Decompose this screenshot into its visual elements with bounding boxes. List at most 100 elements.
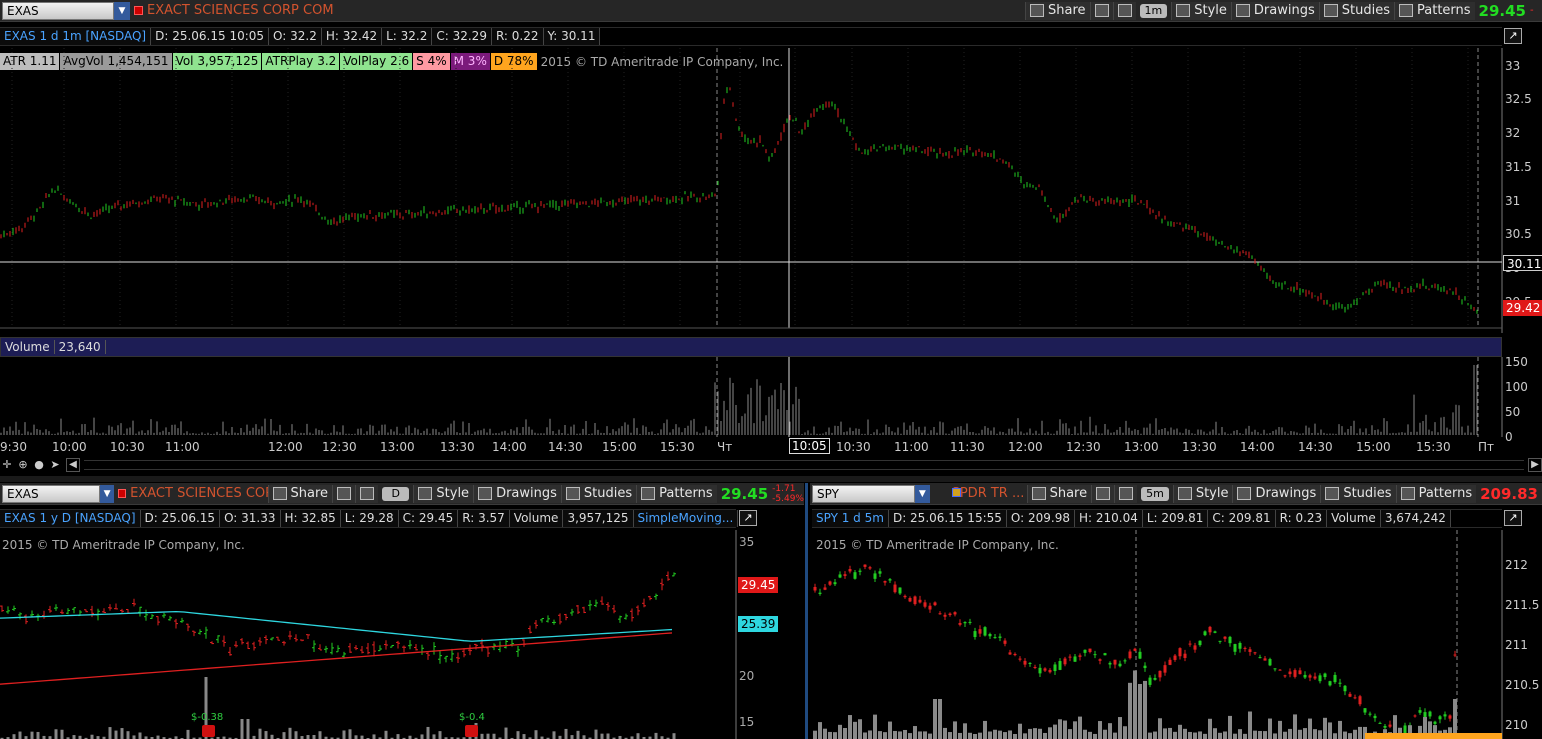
left-patterns-button[interactable]: Patterns (636, 484, 717, 503)
right-volume-bar (1268, 718, 1272, 739)
right-drawings-button[interactable]: Drawings (1232, 484, 1321, 503)
left-symbol-dropdown-icon[interactable]: ▼ (100, 484, 115, 503)
style-label: Style (1194, 3, 1227, 18)
share-button[interactable]: Share (1025, 1, 1090, 20)
scrollbar[interactable] (84, 460, 1524, 470)
right-candle-body (1338, 682, 1342, 684)
right-drawings-label: Drawings (1255, 486, 1317, 501)
earnings-icon[interactable] (465, 725, 478, 737)
left-info-date: D: 25.06.15 (140, 510, 221, 527)
share-icon (272, 487, 287, 500)
left-ma-tag: 25.39 (738, 616, 779, 632)
right-candle-body (1353, 697, 1357, 699)
left-studies-button[interactable]: Studies (560, 484, 637, 503)
right-candle-body (1318, 675, 1322, 682)
right-info-open: O: 209.98 (1006, 510, 1075, 527)
right-candle-body (1308, 675, 1312, 678)
right-volume-bar (878, 731, 882, 739)
wrench-icon (1119, 487, 1134, 500)
main-info-bar: EXAS 1 d 1m [NASDAQ] D: 25.06.15 10:05 O… (0, 27, 1502, 46)
vertical-pane-divider[interactable] (805, 483, 808, 739)
right-share-button[interactable]: Share (1026, 484, 1092, 503)
right-patterns-button[interactable]: Patterns (1395, 484, 1477, 503)
right-volume-bar (1288, 728, 1292, 739)
right-crosshair-button[interactable] (1091, 484, 1115, 503)
right-candle-body (878, 571, 882, 574)
left-timeframe-button[interactable]: D (382, 486, 410, 501)
right-candle-body (978, 629, 982, 634)
studies-button[interactable]: Studies (1318, 1, 1394, 20)
earnings-icon[interactable] (202, 725, 215, 737)
drawings-button[interactable]: Drawings (1230, 1, 1319, 20)
left-style-button[interactable]: Style (413, 484, 474, 503)
left-symbol-input[interactable]: EXAS (2, 484, 101, 503)
right-volume-bar (1143, 680, 1147, 739)
right-volume-bar (1258, 730, 1262, 739)
symbol-input[interactable]: EXAS (2, 1, 114, 20)
share-icon (1030, 4, 1045, 17)
right-price-chart[interactable] (810, 530, 1542, 739)
right-volume-bar (1018, 723, 1022, 739)
right-candle-body (1263, 658, 1267, 661)
right-candle-body (1433, 721, 1437, 724)
patterns-button[interactable]: Patterns (1394, 1, 1475, 20)
crosshair-tool-button[interactable] (1089, 1, 1113, 20)
left-link-color-icon[interactable] (118, 489, 127, 498)
left-study-label[interactable]: SimpleMoving... (633, 510, 739, 527)
right-candle-body (1013, 653, 1017, 656)
price-chart[interactable] (0, 48, 1542, 333)
right-symbol-dropdown-icon[interactable]: ▼ (914, 484, 930, 503)
right-candle-body (903, 595, 907, 598)
moving-average-line (0, 610, 673, 642)
crosshair-icon (1096, 487, 1111, 500)
zoom-in-icon[interactable]: ⊕ (16, 458, 30, 472)
chart-settings-icon[interactable]: ↗ (1504, 28, 1522, 44)
right-candle-body (958, 622, 962, 625)
right-chart-settings-icon[interactable]: ↗ (1504, 510, 1522, 526)
right-link-color-icon[interactable] (952, 488, 961, 497)
magnifier-icon[interactable]: ● (32, 458, 46, 472)
right-volume-bar (1233, 733, 1237, 739)
right-style-button[interactable]: Style (1172, 484, 1233, 503)
right-volume-bar (1253, 730, 1257, 739)
right-volume-bar (913, 726, 917, 739)
right-volume-bar (1248, 711, 1252, 739)
cursor-icon[interactable]: ➤ (48, 458, 62, 472)
right-candle-body (863, 564, 867, 567)
link-color-icon[interactable] (134, 6, 143, 15)
time-tick-label: 10:30 (836, 440, 871, 454)
pan-icon[interactable]: ✛ (0, 458, 14, 472)
right-symbol-input[interactable]: SPY (812, 484, 915, 503)
style-button[interactable]: Style (1171, 1, 1231, 20)
volume-header: Volume 23,640 (0, 337, 1502, 357)
right-volume-bar (1123, 726, 1127, 739)
right-studies-button[interactable]: Studies (1320, 484, 1396, 503)
right-timeframe-button[interactable]: 5m (1141, 486, 1169, 501)
scroll-left-icon[interactable]: ◀ (66, 458, 80, 472)
symbol-dropdown-icon[interactable]: ▼ (114, 1, 130, 20)
right-candle-body (1293, 670, 1297, 677)
right-toolbar: SPY ▼ SPDR TR ... Share 5m Style Drawing… (810, 483, 1542, 505)
timeframe-button[interactable]: 1m (1139, 3, 1168, 18)
right-last-price: 209.83 (1480, 484, 1538, 503)
time-tick-label: 15:30 (660, 440, 695, 454)
right-candle-body (1298, 670, 1302, 675)
volume-chart[interactable] (0, 357, 1542, 437)
left-price-chart[interactable] (0, 530, 804, 739)
left-share-button[interactable]: Share (267, 484, 333, 503)
right-candle-body (1038, 667, 1042, 674)
left-drawings-label: Drawings (496, 486, 557, 501)
scroll-right-icon[interactable]: ▶ (1528, 458, 1542, 472)
right-candle-body (1098, 659, 1102, 661)
left-drawings-button[interactable]: Drawings (473, 484, 561, 503)
left-crosshair-button[interactable] (332, 484, 356, 503)
pane-divider[interactable] (0, 476, 1542, 482)
right-candle-body (1258, 657, 1262, 659)
right-settings-button[interactable] (1114, 484, 1138, 503)
volume-tick-label: 0 (1505, 430, 1513, 444)
left-chart-settings-icon[interactable]: ↗ (739, 510, 757, 526)
right-style-label: Style (1195, 486, 1229, 501)
left-settings-button[interactable] (355, 484, 379, 503)
settings-tool-button[interactable] (1112, 1, 1136, 20)
crosshair-price-tag: 30.11 (1503, 255, 1542, 271)
